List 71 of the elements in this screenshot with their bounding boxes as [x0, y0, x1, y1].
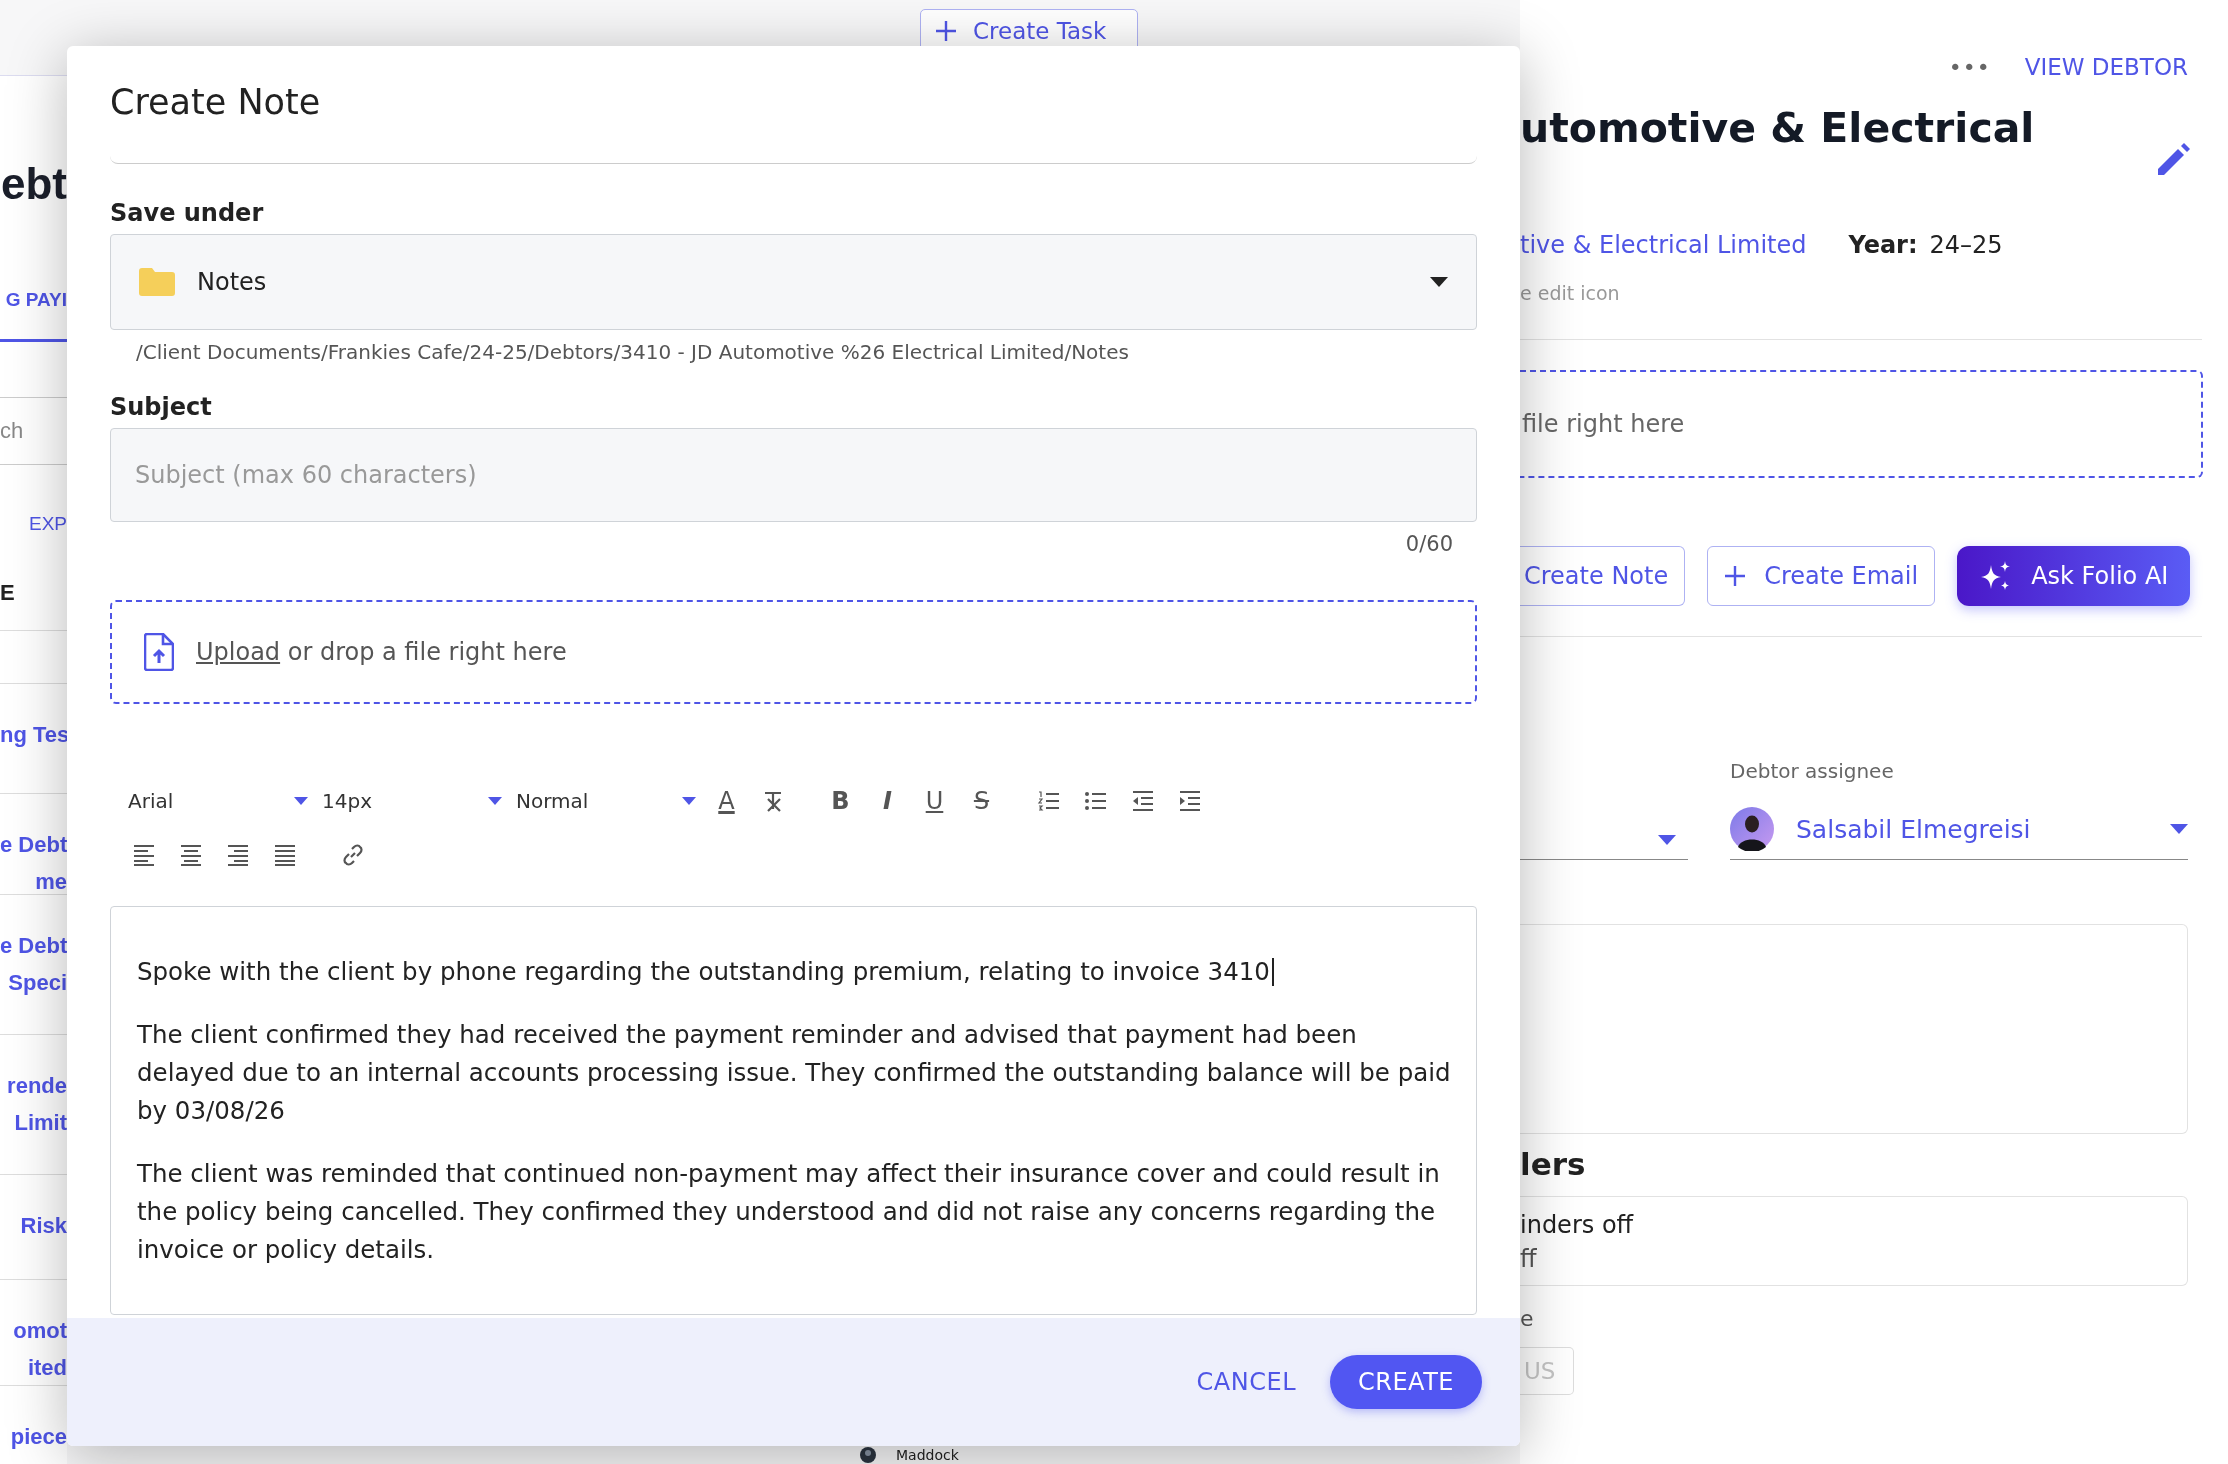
- caret-icon: [1430, 277, 1448, 287]
- debtor-link[interactable]: e Debt me: [0, 826, 67, 901]
- avatar: [860, 1447, 876, 1463]
- create-note-button[interactable]: Create Note: [1520, 546, 1686, 606]
- year-label: Year:: [1848, 231, 1918, 259]
- upload-prompt: Upload or drop a file right here: [196, 638, 567, 666]
- debtor-title: utomotive & Electrical: [1520, 103, 2035, 154]
- outdent-icon[interactable]: [1130, 789, 1155, 813]
- character-counter: 0/60: [1405, 531, 1453, 558]
- section-heading: lers: [1520, 1145, 1587, 1184]
- hint-text: e edit icon: [1520, 282, 1621, 304]
- upload-link[interactable]: Upload: [196, 638, 281, 666]
- align-left-icon[interactable]: [132, 843, 157, 867]
- dropdown[interactable]: Normal: [516, 789, 696, 813]
- view-debtor-link[interactable]: VIEW DEBTOR: [2024, 54, 2188, 80]
- page-heading: ebt: [1, 159, 67, 209]
- field-label: Save under: [110, 198, 265, 228]
- expand-link[interactable]: EXP: [28, 512, 67, 536]
- paragraph: The client was reminded that continued non-payment may affect their insurance cover and could result in the policy being cancelled. They confirmed they understood and did not raise any concerns regarding the invoice or policy details.: [137, 1158, 1441, 1266]
- dropzone-text: file right here: [1521, 410, 1685, 438]
- numbered-list-icon[interactable]: [1036, 789, 1061, 813]
- subject-field[interactable]: Subject (max 60 characters): [110, 428, 1477, 522]
- folder-icon: [139, 268, 175, 296]
- plus-icon: [935, 19, 957, 42]
- client-link[interactable]: tive & Electrical Limited: [1520, 231, 1807, 259]
- folder-path: /Client Documents/Frankies Cafe/24-25/Debtors/3410 - JD Automotive %26 Electrical Limited/Notes: [135, 339, 1130, 366]
- indent-icon[interactable]: [1177, 789, 1202, 813]
- caret-icon: [488, 797, 502, 805]
- debtor-link[interactable]: Risk: [0, 1207, 67, 1245]
- italic-button[interactable]: I: [871, 784, 904, 818]
- align-right-icon[interactable]: [226, 843, 251, 867]
- cancel-button[interactable]: CANCEL: [1190, 1367, 1302, 1397]
- debtor-link[interactable]: e Debt Speci: [0, 927, 67, 1002]
- plus-icon: [1724, 565, 1747, 587]
- ask-ai-button[interactable]: Ask Folio AI: [1957, 546, 2191, 606]
- create-email-button[interactable]: Create Email: [1707, 546, 1936, 606]
- reminder-title: inders off: [1520, 1210, 1635, 1241]
- bullet-list-icon[interactable]: [1083, 789, 1108, 813]
- debtor-link[interactable]: piece: [0, 1417, 67, 1455]
- link-icon[interactable]: [340, 843, 365, 867]
- dropdown[interactable]: 14px: [322, 789, 502, 813]
- bold-button[interactable]: B: [824, 784, 857, 818]
- avatar: [1730, 807, 1774, 851]
- debtor-link[interactable]: omot ited: [0, 1311, 67, 1386]
- caret-icon: [1658, 834, 1676, 845]
- field-label: Debtor assignee: [1730, 759, 1895, 783]
- reminder-detail: ff: [1520, 1244, 1538, 1275]
- debtor-link[interactable]: rende Limit: [0, 1067, 67, 1142]
- text-editor[interactable]: [110, 906, 1477, 1315]
- dialog-title: Create Note: [110, 81, 322, 124]
- caret-icon: [682, 797, 696, 805]
- field-label: Subject: [110, 392, 213, 422]
- folder-select[interactable]: Notes: [110, 234, 1477, 330]
- dropdown[interactable]: Arial: [128, 789, 308, 813]
- more-button[interactable]: •••: [1948, 54, 1991, 80]
- file-upload-icon: [144, 633, 174, 671]
- year-value: 24–25: [1929, 231, 2003, 259]
- create-button[interactable]: CREATE: [1330, 1355, 1482, 1409]
- upload-dropzone[interactable]: Upload or drop a file right here: [110, 600, 1477, 704]
- paragraph: Spoke with the client by phone regarding the outstanding premium, relating to invoice 3410: [137, 953, 1456, 991]
- caret-icon: [294, 797, 308, 805]
- contact-name: Maddock: [896, 1447, 959, 1463]
- justify-icon[interactable]: [273, 843, 298, 867]
- caret-icon: [2170, 824, 2188, 834]
- strikethrough-button[interactable]: S: [965, 784, 998, 818]
- align-center-icon[interactable]: [179, 843, 204, 867]
- field-label: e: [1520, 1306, 1535, 1331]
- font-color-button[interactable]: A: [710, 784, 743, 818]
- assignee-select[interactable]: Salsabil Elmegreisi: [1730, 799, 2188, 860]
- paragraph: The client confirmed they had received the payment reminder and advised that payment had been delayed due to an internal accounts processing issue. They confirmed the outstanding balance will be paid by 03/08/26: [137, 1019, 1452, 1127]
- underline-button[interactable]: U: [918, 784, 951, 818]
